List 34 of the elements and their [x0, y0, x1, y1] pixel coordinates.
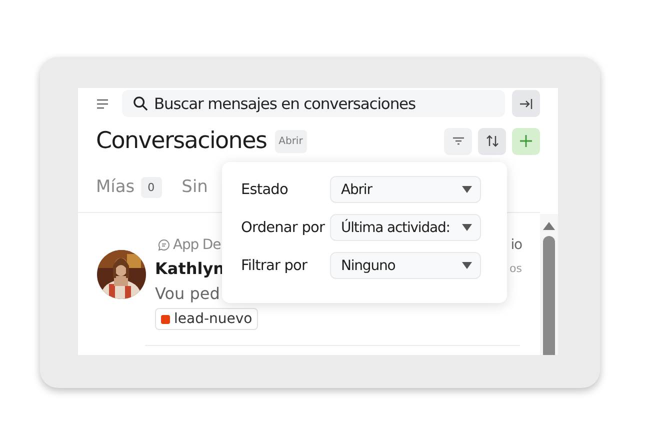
dropdown-icon [462, 224, 472, 231]
collapse-icon [520, 98, 532, 108]
plus-icon [520, 135, 532, 147]
option-label: Filtrar por [241, 258, 308, 274]
dropdown-icon [462, 186, 472, 193]
message-preview: Vou ped [155, 284, 221, 303]
inbox-end-text: io [510, 237, 522, 253]
tab[interactable]: Mías 0 [96, 174, 162, 200]
scroll-thumb[interactable] [543, 236, 555, 355]
time-text: os [510, 262, 522, 274]
search-field[interactable]: Buscar mensajes en conversaciones [122, 90, 505, 117]
contact-name: Kathlyn [155, 258, 225, 278]
select-dropdown[interactable]: Ninguno [330, 252, 481, 279]
sort-button[interactable] [478, 128, 506, 154]
tab[interactable]: Sin [182, 174, 208, 200]
search-icon [133, 96, 148, 111]
scrollbar[interactable] [540, 214, 558, 355]
scroll-up-icon[interactable] [543, 222, 555, 230]
inbox-name: App De [173, 237, 221, 253]
add-button[interactable] [512, 128, 540, 154]
option-label: Ordenar por [241, 220, 326, 236]
menu-icon[interactable] [97, 98, 109, 108]
status-badge: Abrir [274, 130, 307, 152]
select-dropdown[interactable]: Última actividad: [330, 214, 481, 241]
page-title: Conversaciones [96, 128, 267, 154]
filter-icon [452, 137, 464, 145]
label-tag: lead-nuevo [155, 308, 258, 330]
sort-icon [486, 135, 498, 147]
option-label: Estado [241, 182, 289, 198]
filter-button[interactable] [444, 128, 472, 154]
collapse-button[interactable] [512, 90, 540, 117]
dropdown-icon [462, 262, 472, 269]
select-dropdown[interactable]: Abrir [330, 176, 481, 203]
chat-icon [158, 239, 170, 251]
